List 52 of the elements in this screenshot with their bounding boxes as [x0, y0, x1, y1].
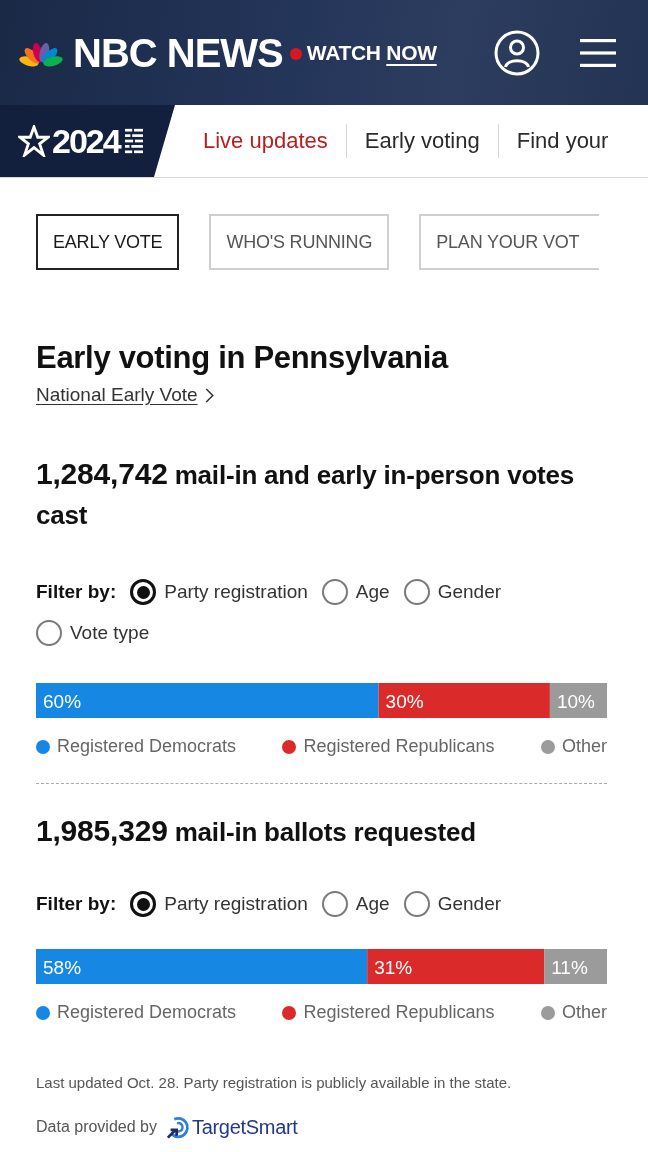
- filter-option[interactable]: Gender: [403, 891, 502, 917]
- target-logo-icon: [165, 1115, 190, 1139]
- bar-value-label: 10%: [556, 691, 595, 712]
- logo-year: 2024: [52, 124, 120, 158]
- user-icon[interactable]: [494, 29, 540, 76]
- flag-stripes-icon: [124, 128, 143, 154]
- radio-button[interactable]: [36, 620, 62, 646]
- nav-tab[interactable]: Early voting: [364, 128, 480, 154]
- bar-value-label: 58%: [43, 957, 82, 978]
- filter-option[interactable]: Party registration: [130, 579, 308, 605]
- menu-icon[interactable]: [580, 38, 616, 67]
- brand-name[interactable]: NBC NEWS: [73, 32, 283, 73]
- filter-option[interactable]: Party registration: [130, 891, 308, 917]
- nav-tab[interactable]: Live updates: [203, 128, 328, 154]
- section-tab[interactable]: WHO'S RUNNING: [209, 214, 390, 270]
- national-early-vote-link[interactable]: National Early Vote: [36, 384, 214, 406]
- legend-label: Registered Republicans: [303, 1002, 495, 1023]
- legend-label: Other: [561, 736, 607, 757]
- credit-label: Data provided by: [36, 1118, 157, 1136]
- filter-option[interactable]: Gender: [403, 579, 502, 605]
- filter-option[interactable]: Vote type: [36, 620, 150, 646]
- legend-label: Registered Democrats: [57, 1002, 237, 1023]
- bar-value-label: 30%: [385, 691, 424, 712]
- radio-button[interactable]: [403, 579, 430, 605]
- radio-button[interactable]: [130, 579, 157, 605]
- chevron-icon: [204, 387, 214, 403]
- bar-value-label: 11%: [551, 957, 588, 978]
- radio-button[interactable]: [321, 579, 348, 605]
- page-title: Early voting in Pennsylvania: [36, 339, 450, 377]
- filter-label: Filter by:: [36, 581, 117, 603]
- votes-headline: 1,284,742 mail-in and early in-person votes cast: [36, 456, 576, 532]
- radio-button[interactable]: [403, 891, 430, 917]
- bar-value-label: 31%: [374, 957, 413, 978]
- filter-label: Filter by:: [36, 893, 117, 915]
- filter-option[interactable]: Age: [321, 891, 390, 917]
- legend-label: Registered Democrats: [57, 736, 237, 757]
- nav-tab[interactable]: Find your: [516, 128, 609, 154]
- bar-value-label: 60%: [43, 691, 82, 712]
- radio-button[interactable]: [130, 891, 157, 917]
- section-tab[interactable]: PLAN YOUR VOT: [419, 214, 600, 270]
- star-icon: [18, 125, 50, 157]
- election-logo-panel[interactable]: 2024: [0, 105, 175, 177]
- radio-button[interactable]: [321, 891, 348, 917]
- watch-now-link[interactable]: WATCH NOW: [306, 40, 437, 65]
- legend-label: Other: [561, 1002, 607, 1023]
- provider-name[interactable]: TargetSmart: [191, 1115, 298, 1139]
- section-tab[interactable]: EARLY VOTE: [36, 214, 180, 270]
- legend-label: Registered Republicans: [303, 736, 495, 757]
- live-dot-icon: [289, 47, 302, 60]
- filter-option[interactable]: Age: [321, 579, 390, 605]
- footnote: Last updated Oct. 28. Party registration is publicly available in the state.: [36, 1073, 513, 1093]
- votes-headline: 1,985,329 mail-in ballots requested: [36, 813, 477, 849]
